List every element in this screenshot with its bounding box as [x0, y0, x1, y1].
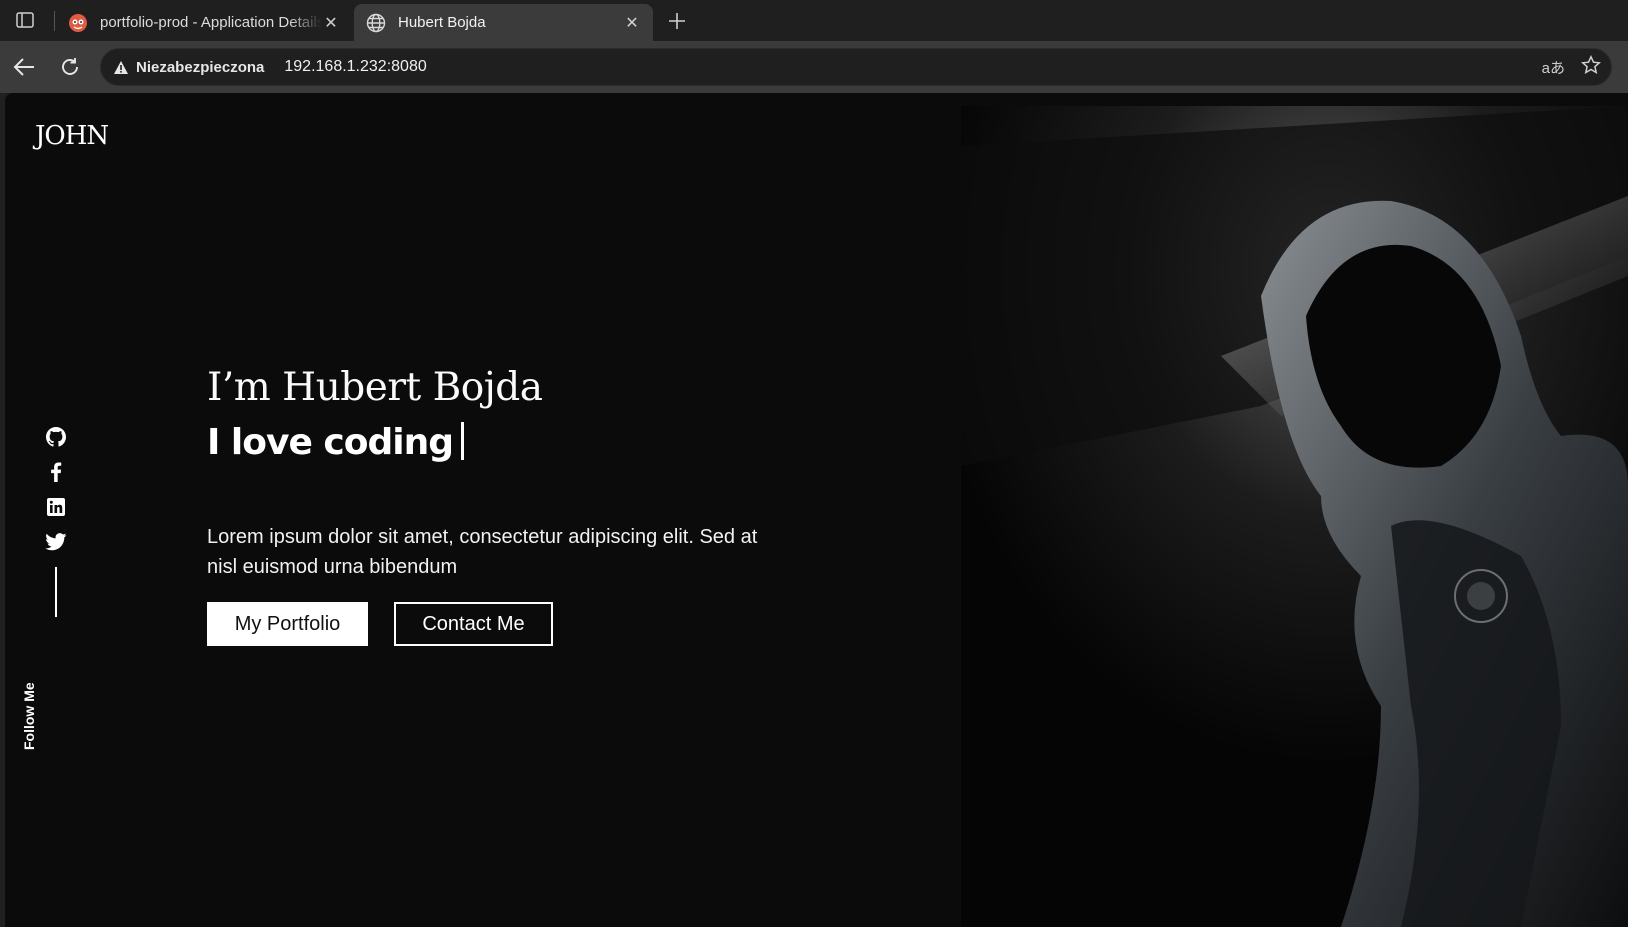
close-icon[interactable]: ✕: [623, 14, 641, 32]
hero-tagline: I love coding: [207, 422, 767, 463]
page-viewport: JOHN Follow Me I’m Hubert Bojda I love c…: [5, 93, 1628, 927]
reload-button[interactable]: [54, 51, 86, 83]
site-logo[interactable]: JOHN: [35, 121, 109, 151]
social-divider-line: [55, 567, 57, 617]
social-links: [41, 425, 71, 617]
hero-description: Lorem ipsum dolor sit amet, consectetur …: [207, 526, 758, 578]
back-button[interactable]: [8, 51, 40, 83]
tab-separator: [54, 11, 55, 31]
github-icon[interactable]: [41, 425, 71, 449]
security-indicator[interactable]: Niezabezpieczona: [113, 59, 264, 76]
my-portfolio-button[interactable]: My Portfolio: [207, 602, 368, 646]
tab-actions-icon[interactable]: [10, 8, 40, 32]
follow-me-label: Follow Me: [21, 682, 37, 750]
url-text[interactable]: 192.168.1.232:8080: [284, 58, 426, 76]
translate-icon[interactable]: aあ: [1542, 57, 1565, 78]
typed-text: I love coding: [207, 422, 454, 463]
globe-icon: [366, 13, 386, 33]
tab-portfolio-prod[interactable]: portfolio-prod - Application Details ✕: [56, 4, 352, 41]
hero-greeting: I’m Hubert Bojda: [207, 365, 543, 410]
bookmark-star-icon[interactable]: [1580, 55, 1602, 79]
new-tab-button[interactable]: [664, 8, 690, 34]
hero-section: I’m Hubert Bojda I love coding Lorem ips…: [207, 365, 767, 646]
typing-cursor: [461, 422, 464, 460]
browser-toolbar: Niezabezpieczona 192.168.1.232:8080 aあ: [0, 41, 1628, 93]
warning-icon: [114, 60, 128, 74]
tab-title: Hubert Bojda: [398, 14, 486, 31]
hero-buttons: My Portfolio Contact Me: [207, 602, 767, 646]
address-bar[interactable]: Niezabezpieczona 192.168.1.232:8080 aあ: [100, 48, 1612, 86]
close-icon[interactable]: ✕: [322, 14, 340, 32]
contact-me-button[interactable]: Contact Me: [394, 602, 553, 646]
tab-title: portfolio-prod - Application Details: [100, 14, 322, 31]
security-label: Niezabezpieczona: [136, 58, 265, 76]
facebook-icon[interactable]: [41, 460, 71, 484]
twitter-icon[interactable]: [41, 530, 71, 554]
app-favicon-icon: [68, 13, 88, 33]
tab-hubert-bojda[interactable]: Hubert Bojda ✕: [354, 4, 653, 41]
hero-photo: [961, 106, 1628, 927]
linkedin-icon[interactable]: [41, 495, 71, 519]
browser-tabstrip: portfolio-prod - Application Details ✕ H…: [0, 0, 1628, 41]
